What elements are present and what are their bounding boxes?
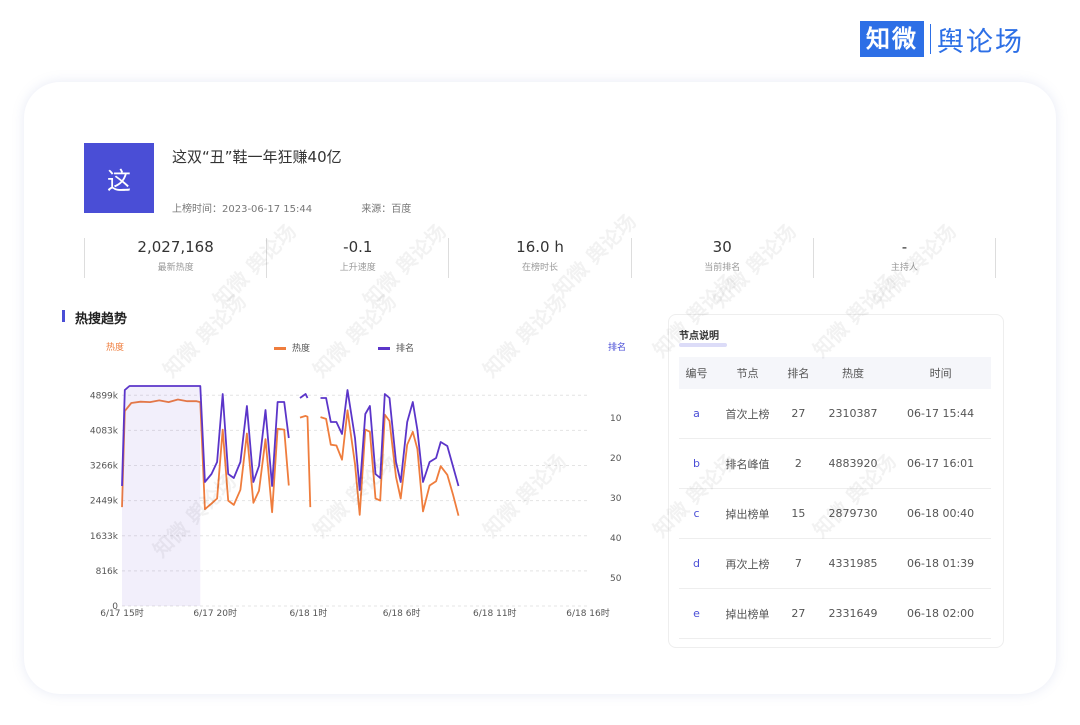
cell-node: 掉出榜单: [713, 588, 781, 639]
cell-time: 06-18 02:00: [890, 588, 991, 639]
node-table-card: 节点说明 编号 节点 排名 热度 时间 a 首次上榜 27 2310387 06…: [668, 314, 1004, 648]
rank-area: [122, 386, 201, 606]
stat-label: 最新热度: [157, 263, 194, 273]
cell-code: d: [679, 538, 714, 589]
cell-heat: 4883920: [815, 438, 891, 489]
right-axis-label: 排名: [608, 341, 626, 353]
x-tick-label: 6/17 15时: [100, 607, 144, 619]
col-header: 编号: [679, 357, 714, 389]
table-title-underline: [679, 343, 727, 347]
table-row: e 掉出榜单 27 2331649 06-18 02:00: [679, 588, 991, 639]
y-tick-label: 4083k: [90, 426, 119, 436]
col-header: 排名: [780, 357, 816, 389]
cell-code: a: [679, 389, 714, 439]
x-tick-label: 6/18 1时: [289, 607, 327, 619]
node-table: 编号 节点 排名 热度 时间 a 首次上榜 27 2310387 06-17 1…: [679, 357, 991, 639]
table-title: 节点说明: [679, 331, 719, 342]
logo-separator: [930, 24, 931, 54]
section-title: 热搜趋势: [75, 312, 128, 327]
logo-brand: 知微: [860, 21, 924, 57]
x-tick-label: 6/18 6时: [383, 607, 421, 619]
legend-swatch-rank: [378, 347, 390, 350]
stats-row: 2,027,168 最新热度 -0.1 上升速度 16.0 h 在榜时长 30 …: [84, 238, 997, 278]
list-time: 上榜时间：2023-06-17 15:44: [172, 204, 313, 215]
table-row: c 掉出榜单 15 2879730 06-18 00:40: [679, 488, 991, 539]
x-tick-label: 6/18 16时: [566, 607, 610, 619]
brand-logo: 知微 舆论场: [860, 20, 1024, 58]
y2-tick-label: 50: [610, 574, 622, 584]
topic-avatar: 这: [84, 143, 154, 213]
table-row: d 再次上榜 7 4331985 06-18 01:39: [679, 538, 991, 589]
stat-value: 2,027,168: [137, 238, 214, 256]
y2-tick-label: 10: [610, 414, 622, 424]
rank-series-line: [299, 393, 309, 399]
stat-label: 在榜时长: [522, 263, 559, 273]
y-tick-label: 3266k: [90, 462, 119, 472]
cell-code: c: [679, 488, 714, 539]
section-marker: [62, 310, 65, 322]
y-tick-label: 1633k: [90, 532, 119, 542]
stat-label: 上升速度: [339, 263, 376, 273]
y-tick-label: 2449k: [90, 497, 119, 507]
heat-series-line: [299, 415, 312, 508]
cell-time: 06-17 15:44: [890, 389, 991, 439]
cell-node: 首次上榜: [713, 389, 781, 439]
stat-duration: 16.0 h 在榜时长: [448, 238, 630, 278]
cell-heat: 4331985: [815, 538, 891, 589]
stat-value: -: [901, 238, 908, 256]
cell-heat: 2331649: [815, 588, 891, 639]
legend-swatch-heat: [274, 347, 286, 350]
topic-meta: 上榜时间：2023-06-17 15:44 来源：百度: [172, 200, 457, 215]
trend-chart: 0816k1633k2449k3266k4083k4899k1020304050…: [90, 341, 626, 619]
stat-label: 主持人: [890, 263, 918, 273]
heat-series-line: [320, 409, 460, 516]
stat-label: 当前排名: [704, 263, 741, 273]
col-header: 节点: [713, 357, 781, 389]
y-tick-label: 816k: [96, 567, 119, 577]
cell-rank: 15: [780, 488, 816, 539]
legend-label-rank: 排名: [396, 342, 414, 354]
stat-rise-speed: -0.1 上升速度: [266, 238, 448, 278]
left-axis-label: 热度: [106, 341, 124, 353]
y2-tick-label: 40: [610, 534, 622, 544]
col-header: 时间: [890, 357, 991, 389]
stat-current-rank: 30 当前排名: [630, 238, 813, 278]
col-header: 热度: [815, 357, 891, 389]
table-header-row: 编号 节点 排名 热度 时间: [679, 357, 991, 389]
cell-time: 06-18 00:40: [890, 488, 991, 539]
cell-time: 06-18 01:39: [890, 538, 991, 589]
cell-time: 06-17 16:01: [890, 438, 991, 489]
topic-title[interactable]: 这双“丑”鞋一年狂赚40亿: [172, 146, 342, 167]
y2-tick-label: 30: [610, 494, 622, 504]
stat-host: - 主持人: [812, 238, 997, 278]
cell-rank: 2: [780, 438, 816, 489]
cell-node: 排名峰值: [713, 438, 781, 489]
stat-latest-heat: 2,027,168 最新热度: [84, 238, 266, 278]
stat-value: -0.1: [343, 238, 373, 256]
cell-code: e: [679, 588, 714, 639]
cell-heat: 2310387: [815, 389, 891, 439]
cell-node: 掉出榜单: [713, 488, 781, 539]
cell-code: b: [679, 438, 714, 489]
cell-node: 再次上榜: [713, 538, 781, 589]
logo-product: 舆论场: [937, 26, 1024, 58]
cell-rank: 7: [780, 538, 816, 589]
stat-value: 30: [712, 238, 732, 256]
source: 来源：百度: [361, 204, 412, 215]
x-tick-label: 6/18 11时: [473, 607, 517, 619]
table-row: a 首次上榜 27 2310387 06-17 15:44: [679, 389, 991, 439]
legend-label-heat: 热度: [292, 342, 310, 354]
cell-heat: 2879730: [815, 488, 891, 539]
cell-rank: 27: [780, 389, 816, 439]
table-row: b 排名峰值 2 4883920 06-17 16:01: [679, 438, 991, 489]
y2-tick-label: 20: [610, 454, 622, 464]
y-tick-label: 4899k: [90, 391, 119, 401]
stat-value: 16.0 h: [516, 238, 564, 256]
cell-rank: 27: [780, 588, 816, 639]
x-tick-label: 6/17 20时: [193, 607, 237, 619]
